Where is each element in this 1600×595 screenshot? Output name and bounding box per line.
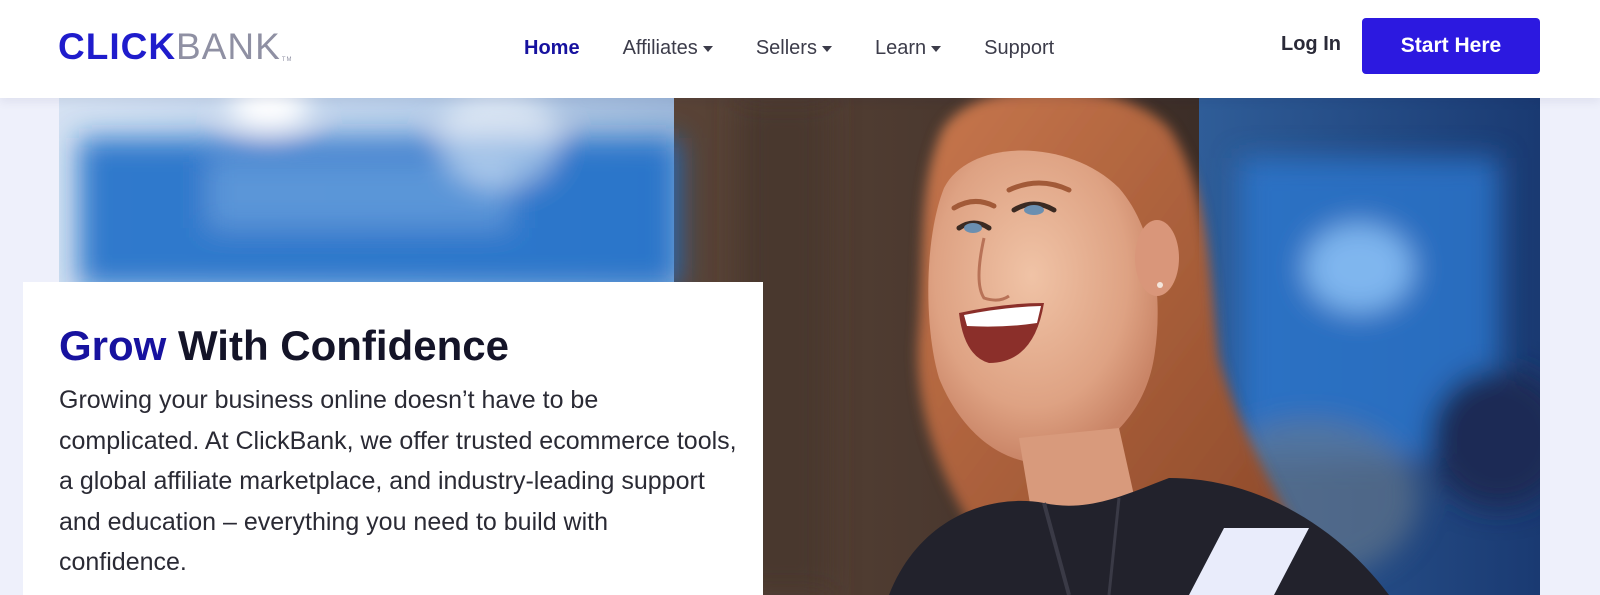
- caret-down-icon: [931, 45, 942, 52]
- logo-secondary-text: BANK: [176, 26, 281, 67]
- clickbank-logo[interactable]: CLICK BANK TM: [58, 27, 292, 67]
- logo-primary-text: CLICK: [58, 26, 177, 67]
- nav-item-learn[interactable]: Learn: [874, 36, 942, 60]
- nav-item-label: Learn: [874, 36, 927, 59]
- nav-item-sellers[interactable]: Sellers: [756, 37, 832, 60]
- nav-item-label: Sellers: [755, 36, 817, 59]
- headline-accent: Grow: [59, 322, 167, 369]
- caret-down-icon: [821, 45, 832, 52]
- caret-down-icon: [702, 45, 713, 52]
- login-link[interactable]: Log In: [1281, 33, 1341, 56]
- hero-headline: Grow With Confidence: [59, 320, 509, 372]
- nav-item-label: Home: [524, 36, 580, 59]
- hero-card: Grow With Confidence Growing your busine…: [23, 282, 763, 595]
- logo-trademark: TM: [281, 57, 293, 63]
- nav-item-home[interactable]: Home: [524, 37, 580, 60]
- nav-item-support[interactable]: Support: [984, 37, 1054, 60]
- hero-description: Growing your business online doesn’t hav…: [59, 386, 737, 576]
- start-here-button[interactable]: Start Here: [1362, 18, 1540, 74]
- nav-item-label: Support: [984, 36, 1055, 59]
- nav-item-affiliates[interactable]: Affiliates: [623, 37, 713, 60]
- nav-item-label: Affiliates: [622, 36, 698, 59]
- headline-rest: With Confidence: [166, 322, 509, 369]
- site-header: CLICK BANK TM Home Affiliates Sellers Lear…: [0, 0, 1600, 98]
- main-nav: Home Affiliates Sellers Learn Support: [524, 30, 1097, 66]
